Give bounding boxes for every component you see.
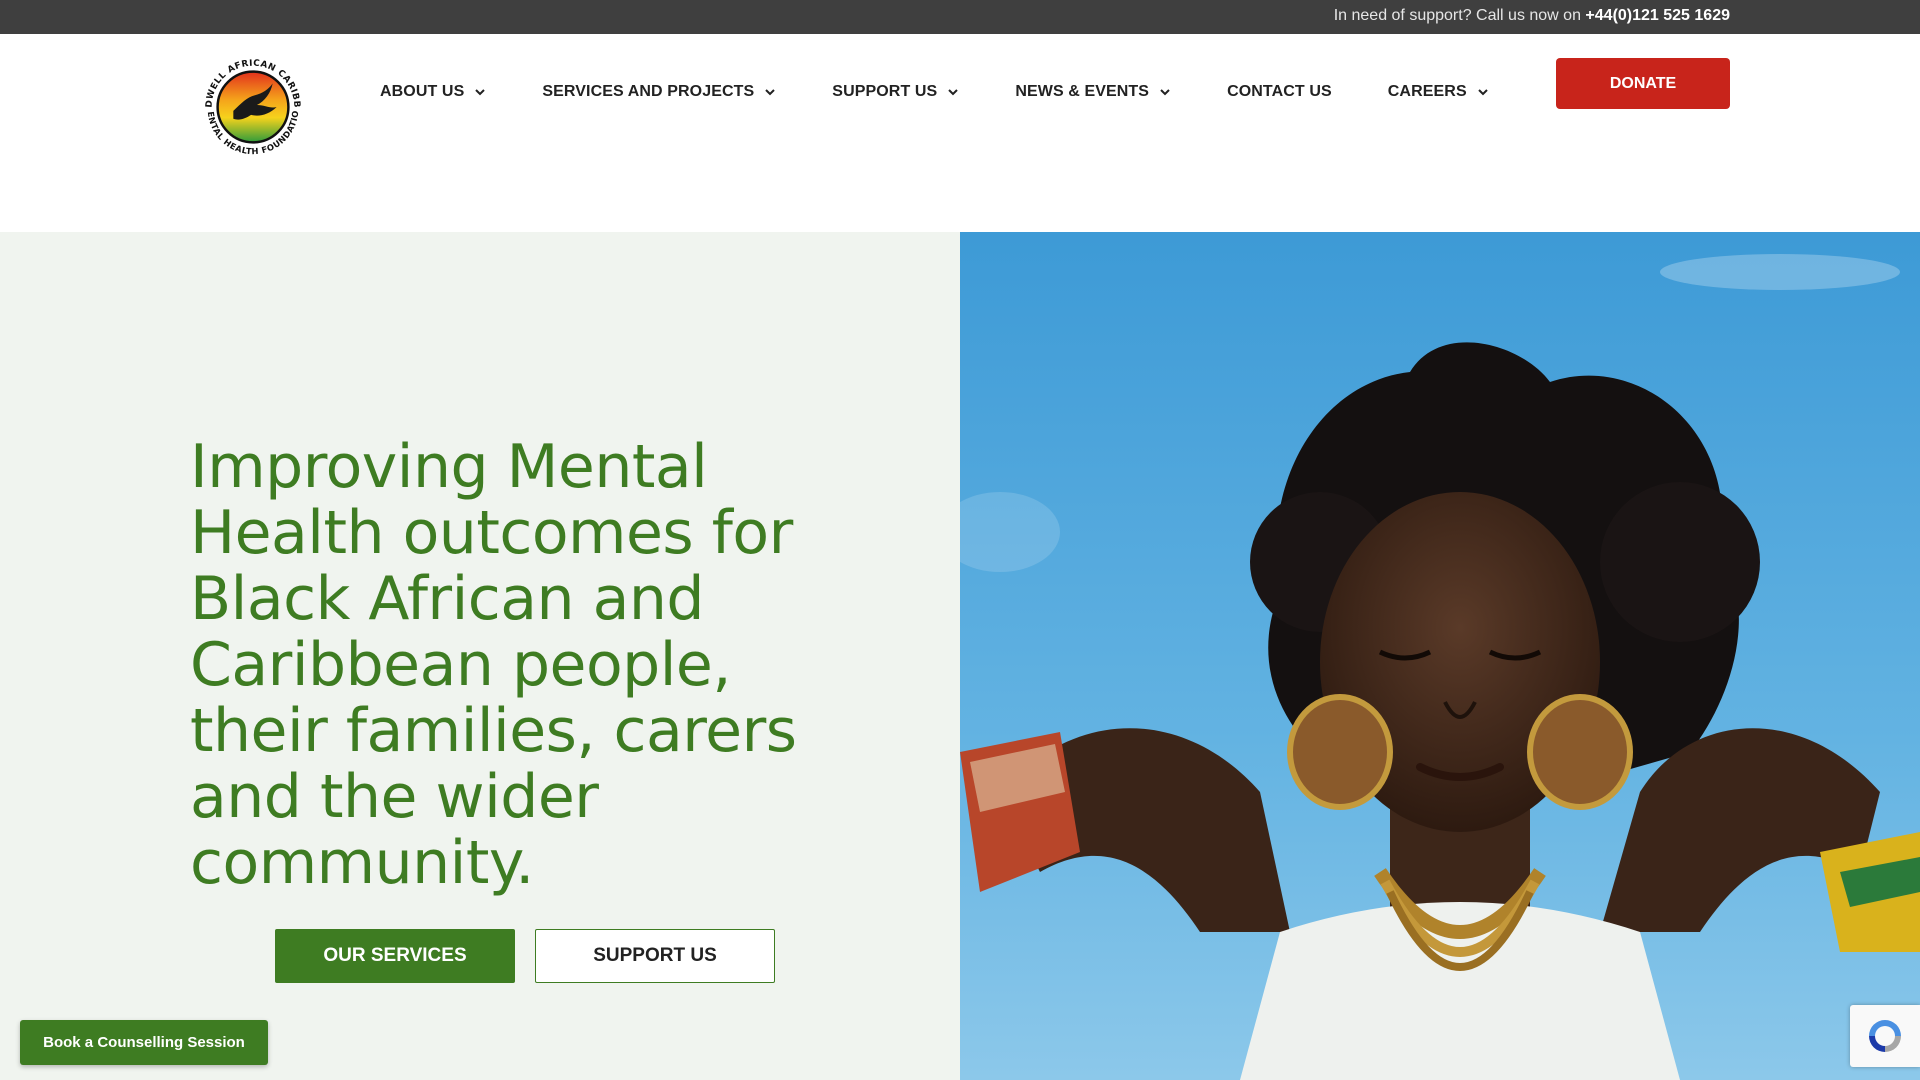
nav-label: SUPPORT US bbox=[832, 83, 938, 100]
nav-label: CAREERS bbox=[1387, 83, 1467, 100]
nav-item-support-us[interactable]: SUPPORT US bbox=[832, 83, 959, 101]
recaptcha-badge[interactable] bbox=[1850, 1005, 1920, 1067]
nav-label: SERVICES AND PROJECTS bbox=[542, 83, 755, 100]
hero-image bbox=[960, 232, 1920, 1080]
support-phone-link[interactable]: +44(0)121 525 1629 bbox=[1585, 7, 1730, 24]
our-services-button[interactable]: OUR SERVICES bbox=[275, 929, 515, 983]
nav-label: ABOUT US bbox=[380, 83, 465, 100]
nav-item-careers[interactable]: CAREERS bbox=[1388, 83, 1489, 101]
nav-item-services-and-projects[interactable]: SERVICES AND PROJECTS bbox=[542, 83, 776, 101]
main-navigation: ABOUT US SERVICES AND PROJECTS SUPPORT U… bbox=[380, 74, 1545, 110]
nav-item-contact-us[interactable]: CONTACT US bbox=[1227, 83, 1332, 101]
donate-button[interactable]: DONATE bbox=[1556, 58, 1730, 109]
chevron-down-icon bbox=[1477, 86, 1489, 98]
chevron-down-icon bbox=[764, 86, 776, 98]
support-message: In need of support? Call us now on +44(0… bbox=[1334, 0, 1730, 34]
site-logo[interactable]: SANDWELL AFRICAN CARIBBEAN MENTAL HEALTH… bbox=[194, 48, 312, 166]
logo-emblem-icon: SANDWELL AFRICAN CARIBBEAN MENTAL HEALTH… bbox=[194, 48, 311, 165]
chevron-down-icon bbox=[947, 86, 959, 98]
nav-item-about-us[interactable]: ABOUT US bbox=[380, 83, 486, 101]
nav-item-news-and-events[interactable]: NEWS & EVENTS bbox=[1015, 83, 1171, 101]
site-header: SANDWELL AFRICAN CARIBBEAN MENTAL HEALTH… bbox=[0, 34, 1920, 232]
hero-title: Improving Mental Health outcomes for Bla… bbox=[190, 432, 797, 898]
woman-portrait-photo-icon bbox=[960, 232, 1920, 1080]
chevron-down-icon bbox=[474, 86, 486, 98]
support-us-button[interactable]: SUPPORT US bbox=[535, 929, 775, 983]
book-counselling-session-button[interactable]: Book a Counselling Session bbox=[20, 1020, 268, 1065]
chevron-down-icon bbox=[1159, 86, 1171, 98]
recaptcha-icon bbox=[1869, 1020, 1901, 1052]
nav-label: CONTACT US bbox=[1227, 83, 1332, 100]
hero-text-panel: Improving Mental Health outcomes for Bla… bbox=[0, 232, 960, 1080]
nav-label: NEWS & EVENTS bbox=[1015, 83, 1150, 100]
support-text: In need of support? Call us now on bbox=[1333, 7, 1586, 24]
top-support-bar: In need of support? Call us now on +44(0… bbox=[0, 0, 1920, 34]
